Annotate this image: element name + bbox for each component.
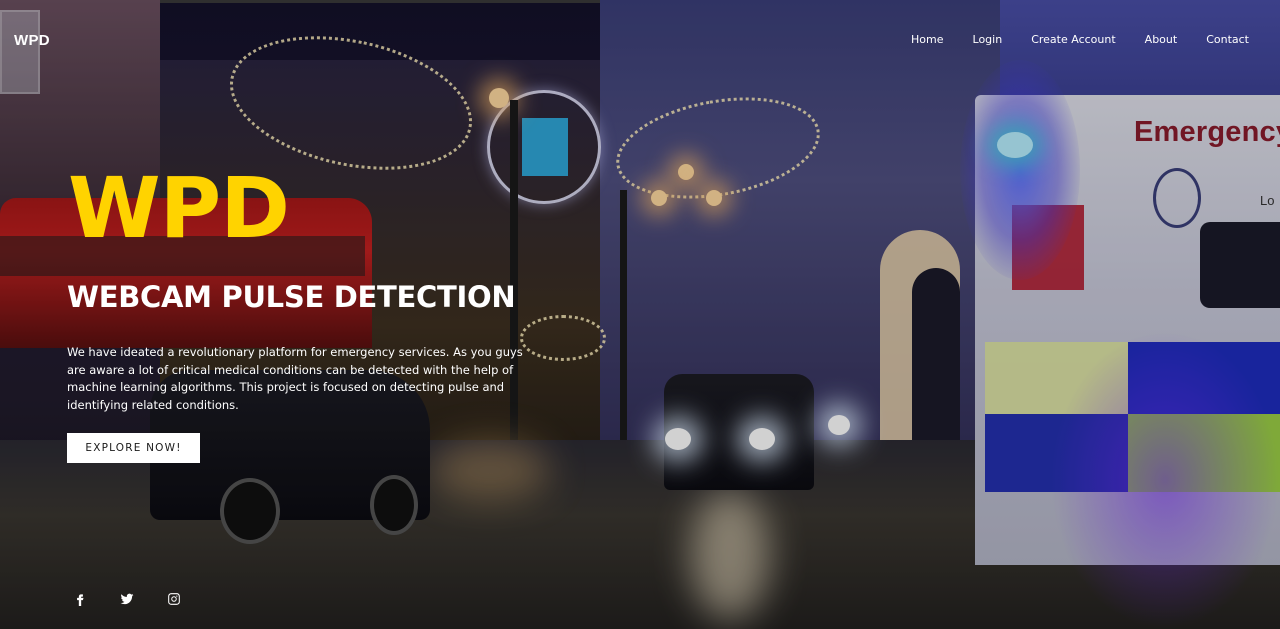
social-links	[67, 589, 208, 609]
twitter-icon[interactable]	[114, 589, 140, 609]
nav-home[interactable]: Home	[911, 33, 943, 46]
nav-about[interactable]: About	[1145, 33, 1178, 46]
hero-description: We have ideated a revolutionary platform…	[67, 345, 523, 412]
hero-subtitle: WEBCAM PULSE DETECTION	[67, 280, 516, 314]
overlay	[0, 0, 1280, 629]
site-logo[interactable]: WPD	[14, 32, 50, 49]
instagram-icon[interactable]	[161, 589, 187, 609]
hero-background: Emergency Lo	[0, 0, 1280, 629]
facebook-icon[interactable]	[67, 589, 93, 609]
nav-create-account[interactable]: Create Account	[1031, 33, 1115, 46]
nav-login[interactable]: Login	[973, 33, 1003, 46]
nav-contact[interactable]: Contact	[1206, 33, 1249, 46]
main-nav: Home Login Create Account About Contact	[882, 33, 1249, 46]
hero-title: WPD	[68, 159, 290, 257]
explore-now-button[interactable]: EXPLORE NOW!	[67, 433, 200, 463]
